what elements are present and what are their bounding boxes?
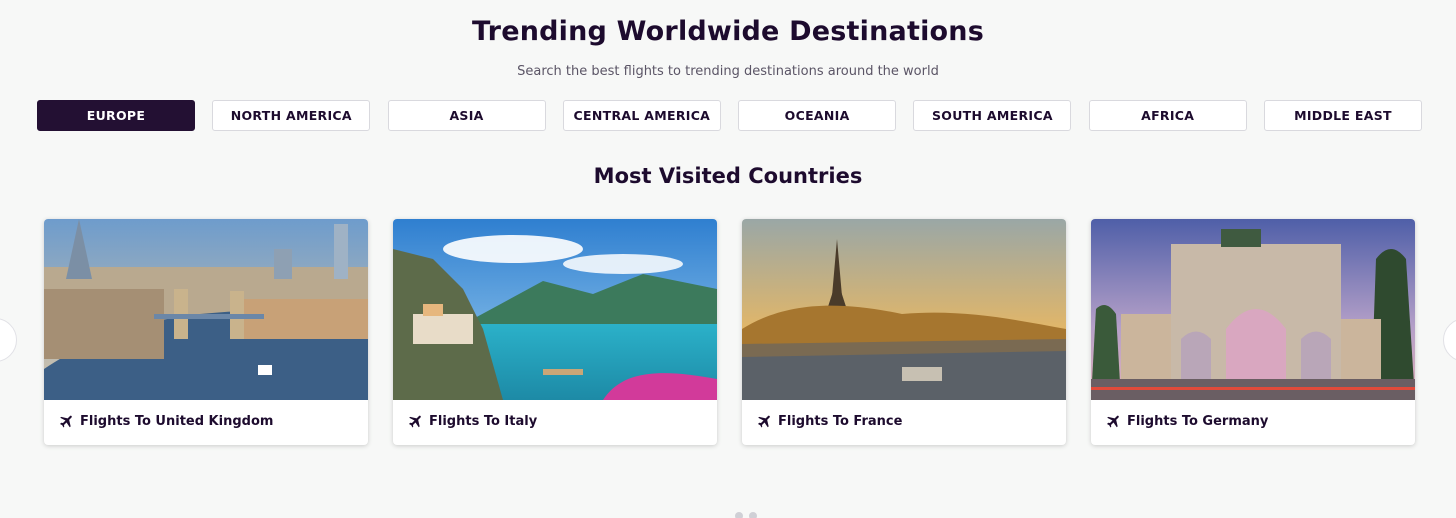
tab-north-america[interactable]: NORTH AMERICA xyxy=(212,100,371,131)
airplane-icon xyxy=(1106,415,1119,428)
tab-oceania[interactable]: OCEANIA xyxy=(738,100,897,131)
airplane-icon xyxy=(59,415,72,428)
page-subtitle: Search the best flights to trending dest… xyxy=(517,64,939,79)
destination-card-france[interactable]: Flights To France xyxy=(742,219,1066,445)
card-label-text: Flights To France xyxy=(778,414,903,429)
destination-card-germany[interactable]: Flights To Germany xyxy=(1091,219,1415,445)
section-title: Most Visited Countries xyxy=(593,164,863,188)
page-title: Trending Worldwide Destinations xyxy=(472,16,984,47)
tab-asia[interactable]: ASIA xyxy=(387,100,546,131)
pagination-dot[interactable] xyxy=(749,512,757,518)
destination-card-united-kingdom[interactable]: Flights To United Kingdom xyxy=(44,219,368,445)
carousel-prev-button[interactable] xyxy=(0,318,17,362)
region-tabs: EUROPE NORTH AMERICA ASIA CENTRAL AMERIC… xyxy=(37,100,1422,131)
tab-middle-east[interactable]: MIDDLE EAST xyxy=(1263,100,1422,131)
card-label: Flights To Italy xyxy=(407,413,537,430)
munich-gate-photo xyxy=(1091,219,1415,400)
carousel-next-button[interactable] xyxy=(1443,318,1456,362)
tab-south-america[interactable]: SOUTH AMERICA xyxy=(913,100,1072,131)
paris-photo xyxy=(742,219,1066,400)
tab-central-america[interactable]: CENTRAL AMERICA xyxy=(562,100,721,131)
airplane-icon xyxy=(757,415,770,428)
carousel-pagination xyxy=(735,512,759,518)
destination-card-italy[interactable]: Flights To Italy xyxy=(393,219,717,445)
italy-coast-photo xyxy=(393,219,717,400)
card-label-text: Flights To Germany xyxy=(1127,414,1269,429)
airplane-icon xyxy=(408,415,421,428)
london-photo xyxy=(44,219,368,400)
pagination-dot[interactable] xyxy=(735,512,743,518)
destination-carousel: Flights To United Kingdom Flights To Ita… xyxy=(44,219,1415,445)
card-label: Flights To Germany xyxy=(1105,413,1268,430)
card-label-text: Flights To United Kingdom xyxy=(80,414,274,429)
tab-europe[interactable]: EUROPE xyxy=(37,100,195,131)
card-label: Flights To United Kingdom xyxy=(58,413,273,430)
card-label: Flights To France xyxy=(756,413,902,430)
tab-africa[interactable]: AFRICA xyxy=(1088,100,1247,131)
card-label-text: Flights To Italy xyxy=(429,414,538,429)
